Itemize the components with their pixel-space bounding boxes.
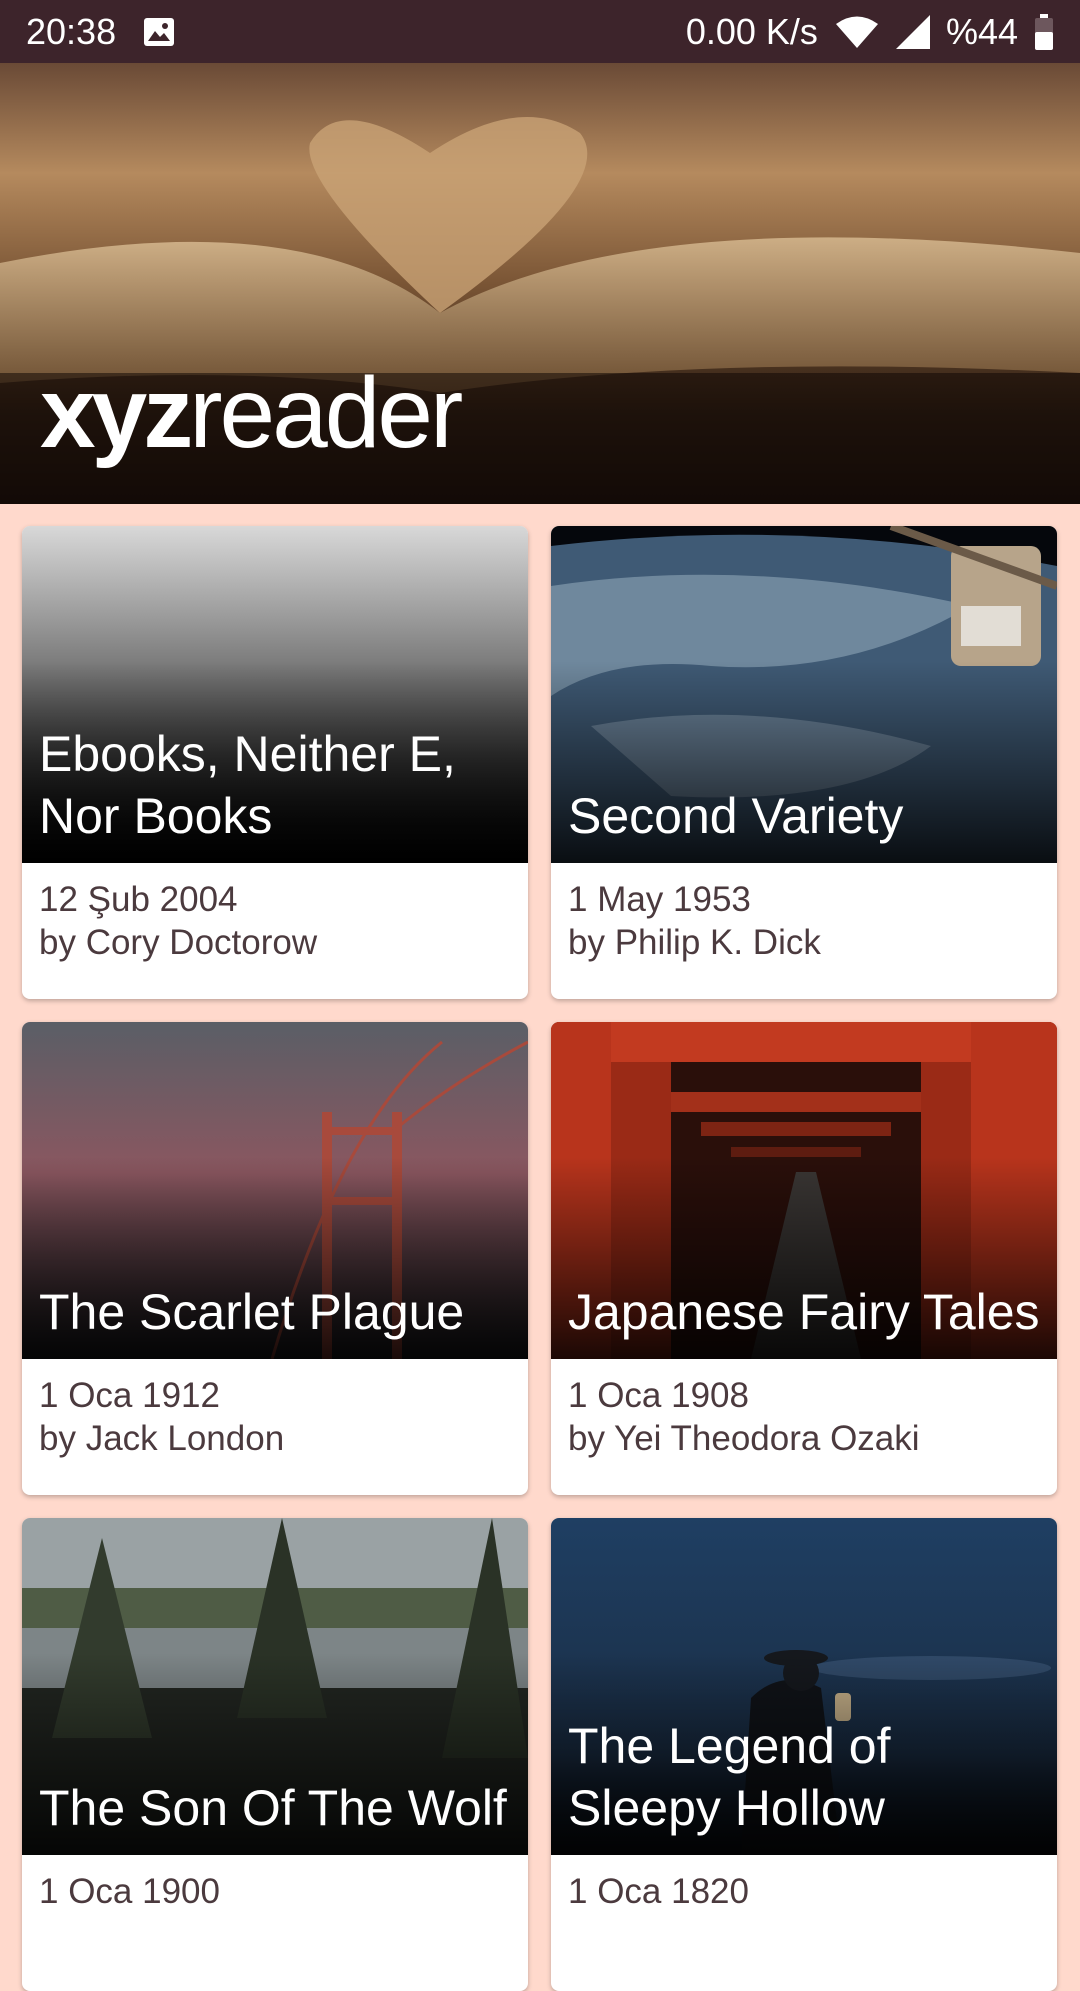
article-author: by Philip K. Dick bbox=[568, 923, 821, 962]
article-thumbnail: Second Variety bbox=[551, 526, 1057, 863]
article-title: Second Variety bbox=[568, 788, 904, 844]
article-title: Ebooks, Neither E, Nor Books bbox=[39, 726, 456, 844]
article-date: 1 Oca 1900 bbox=[39, 1872, 220, 1911]
logo-reader: reader bbox=[189, 357, 463, 469]
article-date: 1 Oca 1820 bbox=[568, 1872, 749, 1911]
app-logo: xyzreader bbox=[40, 363, 463, 463]
app-header: xyzreader bbox=[0, 63, 1080, 504]
article-thumbnail: Japanese Fairy Tales bbox=[551, 1022, 1057, 1359]
article-author: by Cory Doctorow bbox=[39, 923, 318, 962]
article-card[interactable]: Second Variety 1 May 1953 by Philip K. D… bbox=[551, 526, 1057, 999]
article-card[interactable]: The Scarlet Plague 1 Oca 1912 by Jack Lo… bbox=[22, 1022, 528, 1495]
article-thumbnail: Ebooks, Neither E, Nor Books bbox=[22, 526, 528, 863]
article-card[interactable]: Japanese Fairy Tales 1 Oca 1908 by Yei T… bbox=[551, 1022, 1057, 1495]
status-time: 20:38 bbox=[26, 10, 117, 52]
status-bar: 20:38 0.00 K/s %44 bbox=[0, 0, 1080, 63]
article-date: 12 Şub 2004 bbox=[39, 880, 238, 919]
logo-xyz: xyz bbox=[40, 357, 193, 469]
article-thumbnail: The Legend of Sleepy Hollow bbox=[551, 1518, 1057, 1855]
wifi-icon bbox=[834, 15, 880, 49]
article-author: by Jack London bbox=[39, 1419, 285, 1458]
network-speed: 0.00 K/s bbox=[685, 10, 818, 52]
article-card[interactable]: The Son Of The Wolf 1 Oca 1900 bbox=[22, 1518, 528, 1991]
article-date: 1 Oca 1908 bbox=[568, 1376, 749, 1415]
article-date: 1 May 1953 bbox=[568, 880, 751, 919]
article-card[interactable]: The Legend of Sleepy Hollow 1 Oca 1820 bbox=[551, 1518, 1057, 1991]
signal-icon bbox=[895, 14, 930, 49]
article-thumbnail: The Scarlet Plague bbox=[22, 1022, 528, 1359]
article-author: by Yei Theodora Ozaki bbox=[568, 1419, 920, 1458]
article-title: Japanese Fairy Tales bbox=[568, 1284, 1040, 1340]
article-card[interactable]: Ebooks, Neither E, Nor Books 12 Şub 2004… bbox=[22, 526, 528, 999]
article-title: The Scarlet Plague bbox=[39, 1284, 465, 1340]
article-title: The Legend of Sleepy Hollow bbox=[568, 1718, 891, 1836]
battery-icon bbox=[1034, 13, 1054, 50]
image-icon bbox=[144, 17, 175, 46]
article-date: 1 Oca 1912 bbox=[39, 1376, 220, 1415]
article-thumbnail: The Son Of The Wolf bbox=[22, 1518, 528, 1855]
article-title: The Son Of The Wolf bbox=[39, 1780, 507, 1836]
battery-percent: %44 bbox=[945, 10, 1018, 52]
